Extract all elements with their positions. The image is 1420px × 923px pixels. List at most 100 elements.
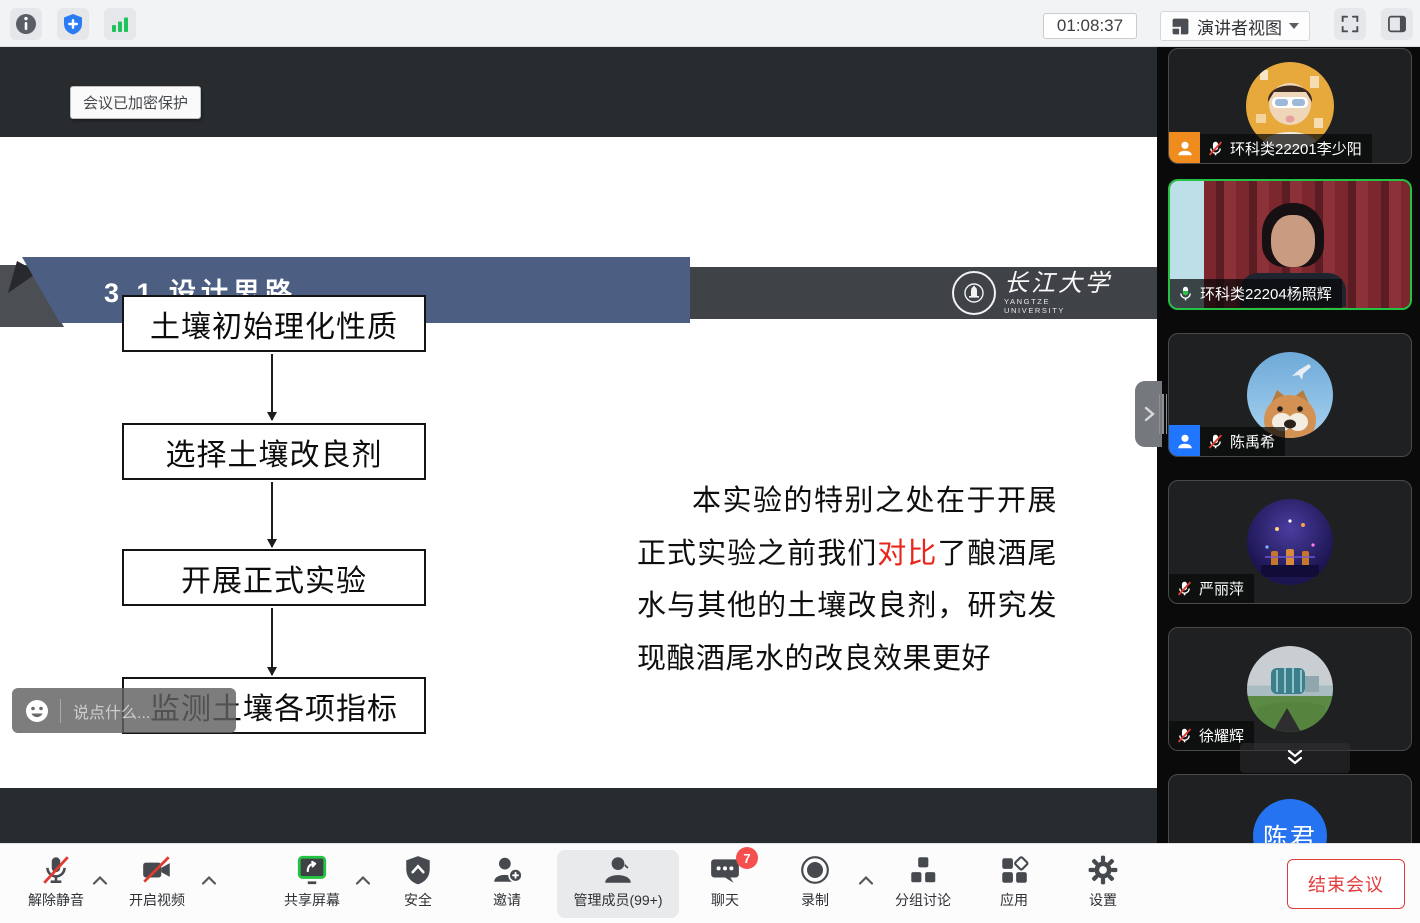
- video-options-caret[interactable]: [201, 873, 217, 891]
- button-label: 分组讨论: [895, 890, 951, 910]
- meeting-window: 01:08:37 演讲者视图 会议已加密保护: [0, 0, 1420, 923]
- share-screen-button[interactable]: 共享屏幕: [274, 853, 350, 910]
- security-shield-icon: [403, 854, 433, 886]
- button-label: 共享屏幕: [284, 890, 340, 910]
- button-label: 邀请: [493, 890, 521, 910]
- encryption-tooltip-text: 会议已加密保护: [83, 95, 188, 112]
- members-icon: [601, 854, 635, 886]
- fullscreen-icon: [1339, 13, 1361, 35]
- divider: [60, 699, 61, 723]
- meeting-toolbar: 解除静音 开启视频: [0, 843, 1420, 923]
- emoji-icon[interactable]: [24, 698, 50, 724]
- meeting-info-button[interactable]: [10, 8, 42, 40]
- participant-name: 环科类22204杨照辉: [1200, 283, 1332, 304]
- participant-name: 徐耀辉: [1199, 725, 1244, 746]
- button-label: 开启视频: [129, 890, 185, 910]
- button-label: 管理成员(99+): [573, 890, 662, 910]
- security-button[interactable]: 安全: [388, 853, 448, 910]
- participant-name: 环科类22201李少阳: [1230, 138, 1362, 159]
- share-options-caret[interactable]: [355, 873, 371, 891]
- shared-screen-stage: 会议已加密保护 3.1 设计思路: [0, 47, 1157, 843]
- flow-arrow-3: [271, 608, 273, 675]
- signal-bars-icon: [108, 12, 132, 36]
- start-video-button[interactable]: 开启视频: [119, 853, 195, 910]
- chat-unread-badge: 7: [736, 847, 758, 869]
- apps-icon: [998, 854, 1030, 886]
- person-icon: [1176, 139, 1194, 157]
- mic-options-caret[interactable]: [92, 873, 108, 891]
- university-logo: 长江大学 YANGTZE UNIVERSITY: [952, 268, 1112, 318]
- flow-step-2: 选择土壤改良剂: [122, 423, 426, 480]
- participant-tile[interactable]: 严丽萍: [1168, 480, 1412, 604]
- mic-muted-icon: [1176, 580, 1193, 597]
- avatar: [1247, 352, 1333, 438]
- participant-tile[interactable]: 陈禹希: [1168, 333, 1412, 457]
- chat-input-placeholder: 说点什么...: [73, 699, 150, 723]
- settings-gear-icon: [1087, 854, 1119, 886]
- view-mode-label: 演讲者视图: [1197, 14, 1282, 39]
- unmute-button[interactable]: 解除静音: [18, 853, 94, 910]
- breakout-rooms-icon: [907, 854, 939, 886]
- invite-button[interactable]: 邀请: [477, 853, 537, 910]
- flow-arrow-2: [271, 482, 273, 547]
- timer-value: 01:08:37: [1057, 16, 1123, 36]
- fullscreen-button[interactable]: [1334, 8, 1366, 40]
- top-bar: 01:08:37 演讲者视图: [0, 0, 1420, 47]
- shield-plus-icon: [61, 12, 85, 36]
- sidebar-drag-handle[interactable]: [1159, 394, 1167, 434]
- camera-off-icon: [140, 854, 174, 886]
- logo-english-name: YANGTZE UNIVERSITY: [1004, 297, 1112, 315]
- cohost-badge: [1169, 425, 1200, 456]
- button-label: 录制: [801, 890, 829, 910]
- button-label: 安全: [404, 890, 432, 910]
- end-meeting-label: 结束会议: [1308, 871, 1384, 897]
- sidebar-collapse-button[interactable]: [1135, 381, 1162, 447]
- paragraph-text-highlight: 对比: [877, 538, 937, 570]
- record-options-caret[interactable]: [858, 873, 874, 891]
- button-label: 应用: [1000, 890, 1028, 910]
- sidebar-toggle-button[interactable]: [1381, 8, 1413, 40]
- chevron-right-icon: [1142, 405, 1156, 423]
- chat-quick-input[interactable]: 说点什么...: [12, 688, 236, 733]
- button-label: 聊天: [711, 890, 739, 910]
- settings-button[interactable]: 设置: [1073, 853, 1133, 910]
- record-button[interactable]: 录制: [785, 853, 845, 910]
- avatar: [1247, 646, 1333, 732]
- participant-tile-active-speaker[interactable]: 环科类22204杨照辉: [1168, 179, 1412, 310]
- breakout-rooms-button[interactable]: 分组讨论: [886, 853, 960, 910]
- logo-chinese-name: 长江大学: [1004, 271, 1112, 295]
- avatar: [1247, 499, 1333, 585]
- end-meeting-button[interactable]: 结束会议: [1287, 859, 1405, 909]
- apps-button[interactable]: 应用: [984, 853, 1044, 910]
- slide-paragraph: 本实验的特别之处在于开展正式实验之前我们对比了酿酒尾水与其他的土壤改良剂，研究发…: [637, 475, 1057, 685]
- university-seal-icon: [952, 271, 996, 315]
- network-quality-button[interactable]: [104, 8, 136, 40]
- view-mode-selector[interactable]: 演讲者视图: [1160, 11, 1310, 41]
- participant-name: 陈禹希: [1230, 431, 1275, 452]
- person-icon: [1176, 432, 1194, 450]
- layout-icon: [1171, 17, 1190, 36]
- participant-name: 严丽萍: [1199, 578, 1244, 599]
- meeting-timer: 01:08:37: [1043, 13, 1137, 39]
- participants-scroll-down-button[interactable]: [1240, 743, 1350, 773]
- share-screen-icon: [295, 854, 329, 886]
- chevron-down-icon: [1289, 23, 1299, 29]
- mic-active-icon: [1177, 285, 1194, 302]
- mic-muted-icon: [1207, 140, 1224, 157]
- host-badge: [1169, 132, 1200, 163]
- info-icon: [14, 12, 38, 36]
- flow-step-1: 土壤初始理化性质: [122, 295, 426, 352]
- encryption-tooltip: 会议已加密保护: [70, 86, 201, 119]
- flow-arrow-1: [271, 354, 273, 420]
- mic-muted-icon: [1207, 433, 1224, 450]
- mic-muted-icon: [40, 854, 72, 886]
- panel-right-icon: [1386, 13, 1408, 35]
- meeting-security-button[interactable]: [57, 8, 89, 40]
- manage-members-button[interactable]: 管理成员(99+): [560, 853, 676, 910]
- participant-tile[interactable]: 徐耀辉: [1168, 627, 1412, 751]
- chevron-double-down-icon: [1284, 748, 1306, 768]
- flow-step-3: 开展正式实验: [122, 549, 426, 606]
- participant-tile[interactable]: 环科类22201李少阳: [1168, 48, 1412, 164]
- participants-sidebar: 环科类22201李少阳 环科类22204杨照辉: [1157, 47, 1420, 923]
- mic-muted-icon: [1176, 727, 1193, 744]
